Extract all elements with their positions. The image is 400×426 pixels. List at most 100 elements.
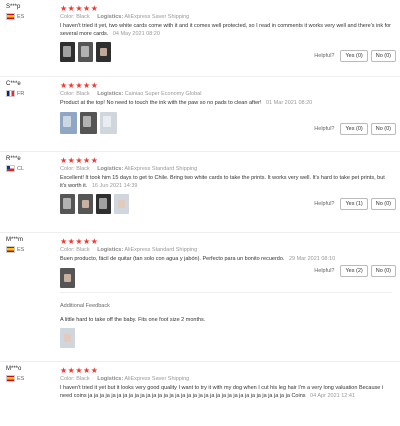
reviewer-info: R***e CL: [6, 156, 54, 172]
review-text: Product at the top! No need to touch the…: [60, 100, 392, 108]
helpful-yes-button[interactable]: Yes (0): [340, 50, 368, 62]
color-label: Color:: [60, 247, 75, 253]
helpful-no-button[interactable]: No (0): [370, 265, 396, 277]
additional-feedback-label: Additional Feedback: [60, 302, 110, 309]
helpful-no-button[interactable]: No (0): [370, 123, 396, 135]
helpful-yes-button[interactable]: Yes (0): [340, 123, 368, 135]
logistics-label: Logistics:: [97, 14, 124, 20]
review-meta: Color: Black Logistics: Cainiao Super Ec…: [60, 91, 392, 97]
reviewer-info: M***o ES: [6, 366, 54, 382]
helpful-label: Helpful?: [314, 268, 335, 274]
star-rating: ★★★★★: [60, 366, 99, 375]
logistics-value: AliExpress Saver Shipping: [124, 14, 190, 20]
color-value: Black: [76, 376, 90, 382]
review-meta: Color: Black Logistics: AliExpress Saver…: [60, 376, 392, 382]
spain-flag-icon: [6, 375, 15, 382]
reviewer-info: M***m ES: [6, 237, 54, 253]
review-photo[interactable]: [80, 111, 97, 134]
review-photo[interactable]: [96, 194, 111, 214]
reviewer-name: M***m: [6, 237, 24, 243]
review-date: 04 May 2021 08:20: [112, 30, 160, 37]
review-photo[interactable]: [60, 328, 75, 348]
review-photo[interactable]: [96, 42, 111, 62]
chile-flag-icon: [6, 165, 15, 172]
star-rating: ★★★★★: [60, 81, 99, 90]
review-meta: Color: Black Logistics: AliExpress Stand…: [60, 247, 392, 253]
review-body: ★★★★★ Color: Black Logistics: AliExpress…: [60, 237, 392, 348]
review-item: M***o ES ★★★★★ Color: Black Logistics: A…: [0, 362, 400, 426]
star-rating: ★★★★★: [60, 237, 99, 246]
review-meta: Color: Black Logistics: AliExpress Saver…: [60, 14, 392, 20]
reviewer-name: R***e: [6, 156, 21, 162]
country-code: ES: [17, 246, 25, 253]
star-rating: ★★★★★: [60, 4, 99, 13]
country-code: ES: [17, 13, 25, 20]
review-meta: Color: Black Logistics: AliExpress Stand…: [60, 166, 392, 172]
review-text: I haven't tried it yet, two white cards …: [60, 23, 392, 38]
helpful-controls: Helpful? Yes (0) No (0): [314, 50, 396, 62]
reviewer-info: C***e FR: [6, 81, 54, 97]
country-code: ES: [17, 375, 25, 382]
review-photo[interactable]: [60, 194, 75, 214]
review-photo[interactable]: [78, 194, 93, 214]
reviewer-country: ES: [6, 246, 54, 253]
helpful-label: Helpful?: [314, 201, 335, 207]
logistics-value: AliExpress Standard Shipping: [124, 166, 198, 172]
review-body: ★★★★★ Color: Black Logistics: AliExpress…: [60, 366, 392, 400]
helpful-controls: Helpful? Yes (0) No (0): [314, 123, 396, 135]
color-label: Color:: [60, 376, 75, 382]
spain-flag-icon: [6, 13, 15, 20]
reviewer-country: ES: [6, 375, 54, 382]
logistics-label: Logistics:: [97, 91, 124, 97]
helpful-label: Helpful?: [314, 126, 335, 132]
review-photo[interactable]: [100, 111, 117, 134]
logistics-value: Cainiao Super Economy Global: [124, 91, 202, 97]
reviewer-name: M***o: [6, 366, 22, 372]
review-date: 29 Mar 2021 08:10: [288, 256, 336, 262]
logistics-value: AliExpress Saver Shipping: [124, 376, 190, 382]
review-text: Excellent! It took him 15 days to get to…: [60, 175, 392, 190]
color-label: Color:: [60, 14, 75, 20]
review-photo[interactable]: [114, 194, 129, 214]
helpful-yes-button[interactable]: Yes (2): [340, 265, 368, 277]
helpful-label: Helpful?: [314, 53, 335, 59]
review-text-content: I haven't tried it yet, two white cards …: [60, 23, 392, 37]
logistics-label: Logistics:: [97, 166, 124, 172]
review-photo[interactable]: [60, 42, 75, 62]
logistics-label: Logistics:: [97, 376, 124, 382]
review-item: S***p ES ★★★★★ Color: Black Logistics: A…: [0, 0, 400, 77]
review-item: R***e CL ★★★★★ Color: Black Logistics: A…: [0, 152, 400, 233]
review-item: C***e FR ★★★★★ Color: Black Logistics: C…: [0, 77, 400, 152]
helpful-yes-button[interactable]: Yes (1): [340, 198, 368, 210]
review-text: Buen producto, fácil de quitar (tan solo…: [60, 256, 392, 264]
country-code: CL: [17, 165, 25, 172]
color-value: Black: [76, 247, 90, 253]
france-flag-icon: [6, 90, 15, 97]
spain-flag-icon: [6, 246, 15, 253]
review-photo[interactable]: [60, 267, 75, 288]
helpful-no-button[interactable]: No (0): [370, 198, 396, 210]
reviewer-country: ES: [6, 13, 54, 20]
logistics-value: AliExpress Standard Shipping: [124, 247, 198, 253]
review-photo[interactable]: [78, 42, 93, 62]
country-code: FR: [17, 90, 25, 97]
additional-feedback-text: A little hard to take off the baby. Fits…: [60, 316, 206, 323]
divider: [60, 291, 392, 293]
reviewer-name: S***p: [6, 4, 21, 10]
helpful-no-button[interactable]: No (0): [370, 50, 396, 62]
color-value: Black: [76, 14, 90, 20]
review-date: 04 Apr 2021 12:41: [310, 392, 356, 399]
review-photo[interactable]: [60, 111, 77, 134]
color-value: Black: [76, 166, 90, 172]
color-label: Color:: [60, 91, 75, 97]
review-text: I haven't tried it yet but it looks very…: [60, 385, 392, 400]
review-text-content: Buen producto, fácil de quitar (tan solo…: [60, 256, 285, 262]
reviewer-name: C***e: [6, 81, 21, 87]
color-label: Color:: [60, 166, 75, 172]
helpful-controls: Helpful? Yes (1) No (0): [314, 198, 396, 210]
reviewer-info: S***p ES: [6, 4, 54, 20]
helpful-controls: Helpful? Yes (2) No (0): [314, 265, 396, 277]
reviewer-country: CL: [6, 165, 54, 172]
reviewer-country: FR: [6, 90, 54, 97]
logistics-label: Logistics:: [97, 247, 124, 253]
